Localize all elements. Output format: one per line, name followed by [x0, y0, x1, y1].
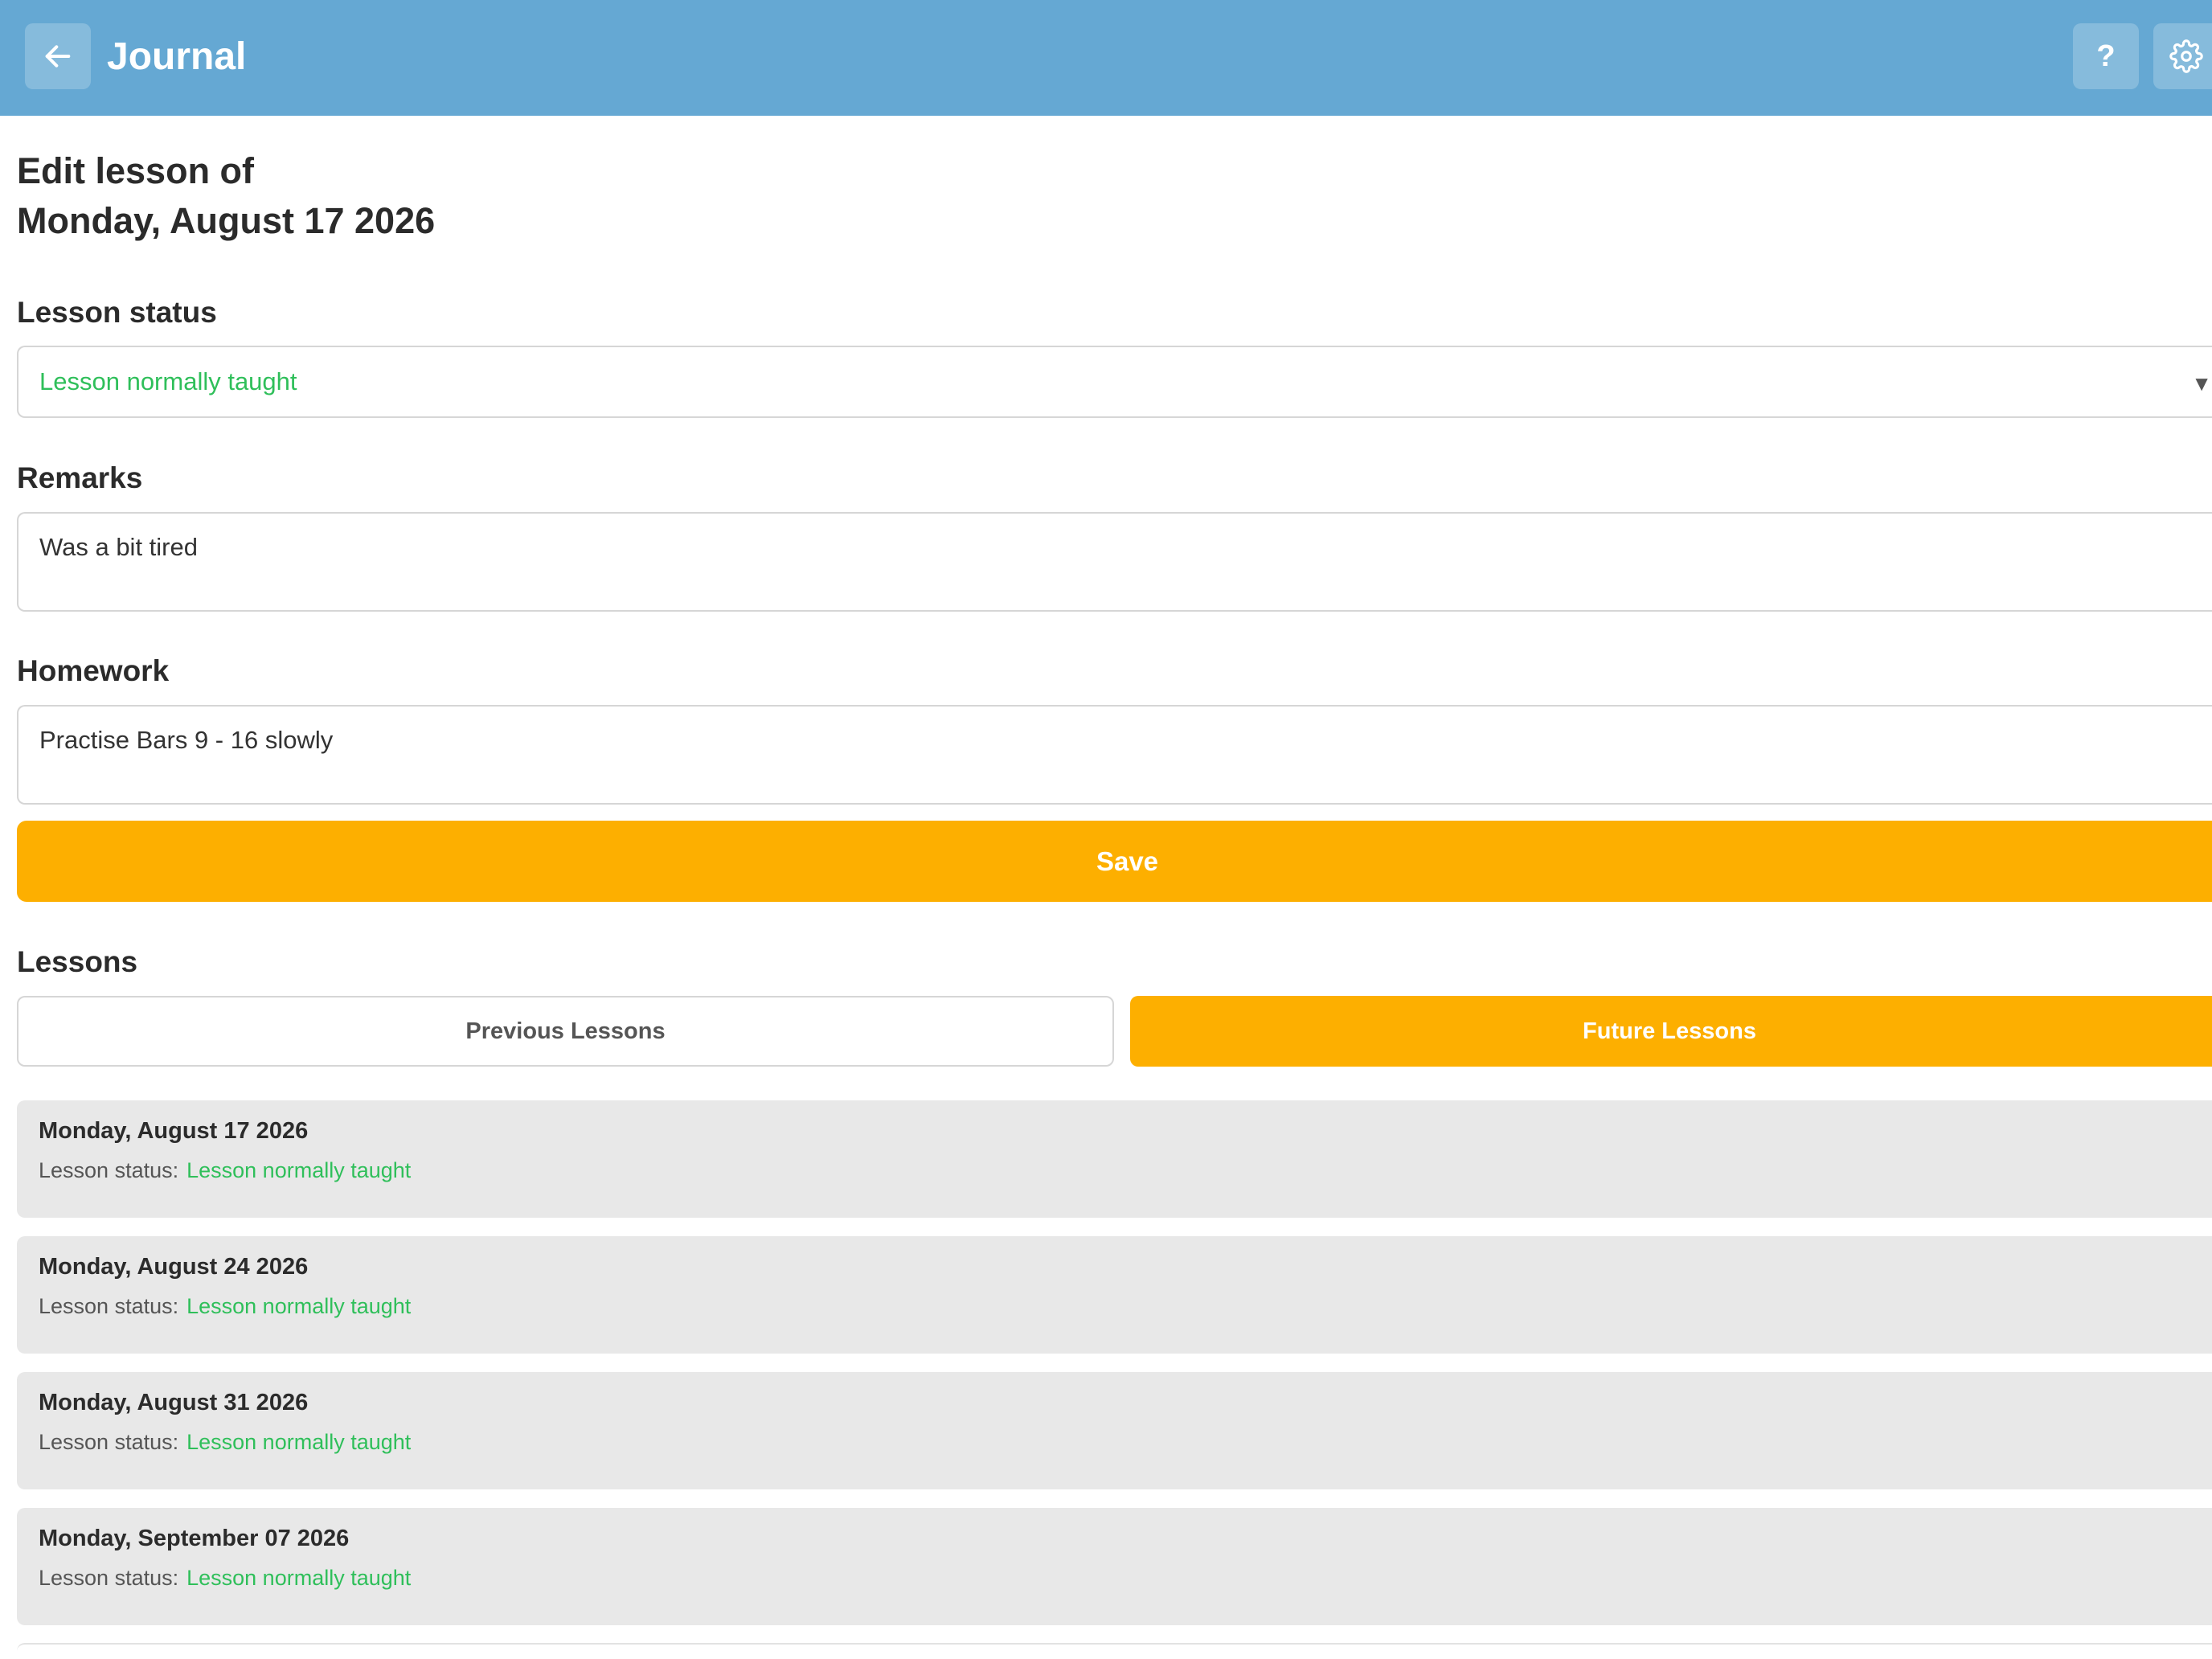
lesson-status-value: Lesson normally taught: [39, 367, 297, 395]
lesson-status-text: Lesson normally taught: [186, 1158, 412, 1182]
lesson-status-prefix: Lesson status:: [39, 1158, 179, 1182]
lesson-date: Monday, September 07 2026: [39, 1526, 350, 1551]
remarks-input[interactable]: Was a bit tired: [17, 512, 2212, 612]
lesson-status-row: Lesson status: Lesson normally taught: [39, 1294, 411, 1319]
settings-button[interactable]: [2153, 23, 2212, 89]
lesson-date: Monday, August 31 2026: [39, 1390, 309, 1415]
lesson-status-row: Lesson status: Lesson normally taught: [39, 1430, 411, 1455]
next-lesson-card-edge: [17, 1643, 2212, 1659]
caret-down-icon: ▼: [2191, 371, 2212, 395]
homework-label: Homework: [17, 654, 170, 687]
lessons-heading: Lessons: [17, 945, 138, 978]
lesson-status-text: Lesson normally taught: [186, 1430, 412, 1454]
lesson-card[interactable]: Monday, August 31 2026 Lesson status: Les…: [17, 1372, 2212, 1489]
tab-future-lessons-label: Future Lessons: [1583, 1018, 1756, 1044]
help-button[interactable]: ?: [2073, 23, 2139, 89]
lesson-card[interactable]: Monday, August 17 2026 Lesson status: Les…: [17, 1100, 2212, 1218]
page-title-date: Monday, August 17 2026: [17, 200, 436, 241]
gear-icon: [2169, 39, 2203, 73]
lesson-status-select[interactable]: Lesson normally taught ▼: [17, 346, 2212, 418]
lesson-status-row: Lesson status: Lesson normally taught: [39, 1566, 411, 1591]
lesson-status-prefix: Lesson status:: [39, 1430, 179, 1454]
tab-previous-lessons-label: Previous Lessons: [465, 1018, 666, 1044]
homework-value: Practise Bars 9 - 16 slowly: [39, 726, 334, 754]
homework-input[interactable]: Practise Bars 9 - 16 slowly: [17, 705, 2212, 805]
lesson-status-prefix: Lesson status:: [39, 1294, 179, 1318]
arrow-left-icon: [45, 45, 71, 68]
lesson-date: Monday, August 17 2026: [39, 1118, 309, 1144]
save-button[interactable]: Save: [17, 821, 2212, 902]
back-button[interactable]: [25, 23, 91, 89]
lesson-status-text: Lesson normally taught: [186, 1294, 412, 1318]
app-title: Journal: [107, 35, 247, 78]
remarks-label: Remarks: [17, 461, 143, 494]
lesson-card[interactable]: Monday, September 07 2026 Lesson status:…: [17, 1508, 2212, 1625]
lesson-card[interactable]: Monday, August 24 2026 Lesson status: Les…: [17, 1236, 2212, 1354]
page-title: Edit lesson of Monday, August 17 2026: [17, 146, 435, 246]
lesson-date: Monday, August 24 2026: [39, 1254, 309, 1280]
app-header: Journal ?: [0, 0, 2212, 116]
lesson-status-text: Lesson normally taught: [186, 1566, 412, 1590]
lesson-status-label: Lesson status: [17, 296, 217, 329]
tab-future-lessons[interactable]: Future Lessons: [1130, 996, 2212, 1067]
lesson-status-row: Lesson status: Lesson normally taught: [39, 1158, 411, 1183]
tab-previous-lessons[interactable]: Previous Lessons: [17, 996, 1114, 1067]
page-title-line1: Edit lesson of: [17, 150, 255, 191]
help-icon: ?: [2096, 39, 2116, 73]
lesson-status-prefix: Lesson status:: [39, 1566, 179, 1590]
remarks-value: Was a bit tired: [39, 533, 198, 561]
